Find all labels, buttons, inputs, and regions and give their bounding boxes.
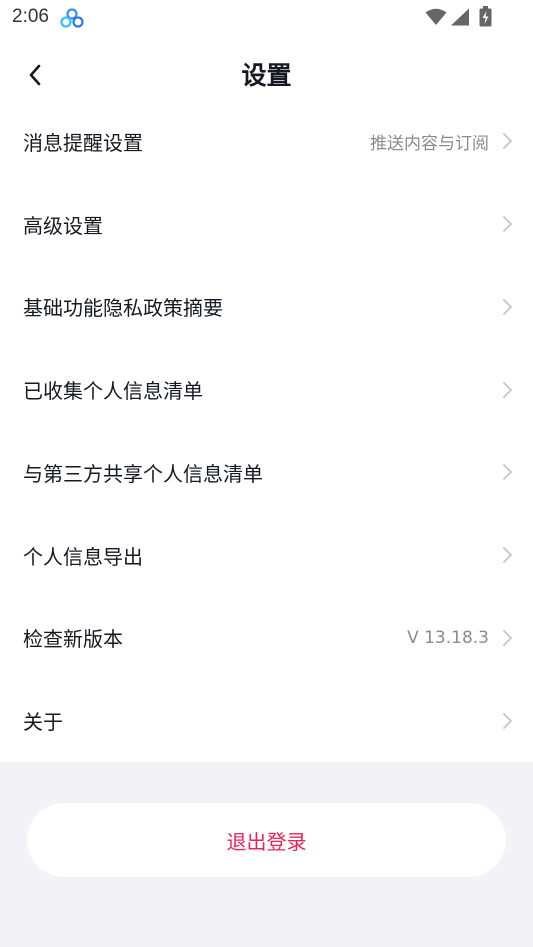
settings-item-check-update[interactable]: 检查新版本 V 13.18.3	[0, 597, 533, 680]
status-bar: 2:06	[0, 0, 533, 36]
page-title: 设置	[241, 61, 292, 90]
settings-item-third-party-sharing[interactable]: 与第三方共享个人信息清单	[0, 431, 533, 514]
settings-item-value: 推送内容与订阅	[370, 133, 489, 154]
settings-item-label: 基础功能隐私政策摘要	[23, 296, 223, 321]
status-time: 2:06	[12, 6, 49, 27]
chevron-right-icon	[503, 547, 512, 564]
chevron-right-icon	[503, 216, 512, 233]
logout-button[interactable]: 退出登录	[27, 803, 506, 877]
settings-item-label: 检查新版本	[23, 627, 123, 652]
battery-charging-icon	[479, 6, 492, 27]
app-version: V 13.18.3	[407, 627, 489, 648]
settings-item-about[interactable]: 关于	[0, 679, 533, 762]
chevron-right-icon	[503, 629, 512, 646]
logout-label: 退出登录	[226, 829, 307, 854]
chevron-right-icon	[503, 298, 512, 315]
settings-item-notifications[interactable]: 消息提醒设置 推送内容与订阅	[0, 100, 533, 183]
chevron-right-icon	[503, 133, 512, 150]
settings-list: 消息提醒设置 推送内容与订阅 高级设置 基础功能隐私政策摘要 已收集个人信息清单	[0, 100, 533, 762]
settings-item-label: 消息提醒设置	[23, 130, 143, 155]
settings-screen: 2:06 设置 消息提醒设置 推送内容与订阅 高级设置 基础功能隐私政策摘要 已…	[0, 0, 533, 947]
settings-item-advanced[interactable]: 高级设置	[0, 183, 533, 266]
chevron-right-icon	[503, 712, 512, 729]
settings-item-privacy-summary[interactable]: 基础功能隐私政策摘要	[0, 266, 533, 349]
settings-item-label: 已收集个人信息清单	[23, 379, 203, 404]
cellular-signal-icon	[451, 8, 469, 26]
settings-item-export-info[interactable]: 个人信息导出	[0, 514, 533, 597]
settings-item-label: 与第三方共享个人信息清单	[23, 461, 263, 486]
settings-item-label: 高级设置	[23, 213, 103, 238]
settings-item-label: 关于	[23, 710, 63, 735]
cloud-app-icon	[60, 8, 84, 28]
chevron-right-icon	[503, 464, 512, 481]
settings-item-collected-info[interactable]: 已收集个人信息清单	[0, 348, 533, 431]
chevron-right-icon	[503, 381, 512, 398]
wifi-icon	[425, 8, 447, 25]
settings-item-label: 个人信息导出	[23, 544, 143, 569]
